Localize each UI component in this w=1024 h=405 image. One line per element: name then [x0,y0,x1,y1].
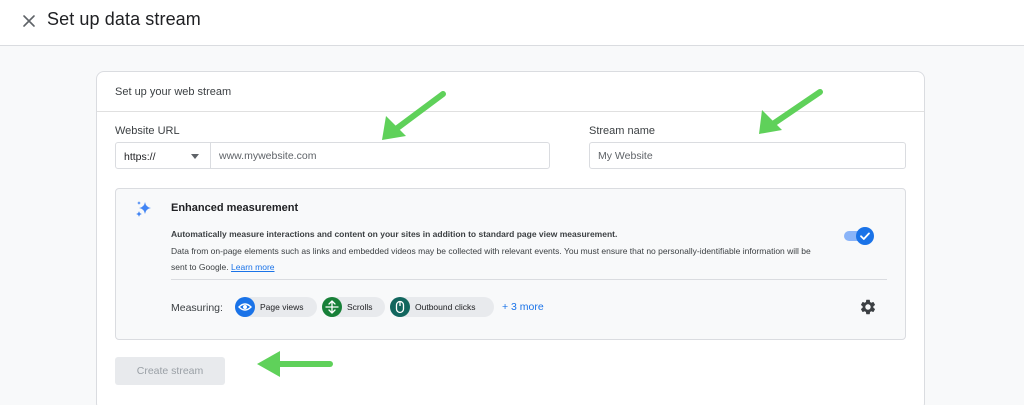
card-title: Set up your web stream [115,86,232,98]
enhanced-measurement-toggle[interactable] [844,227,874,245]
annotation-arrow-icon [759,89,823,134]
protocol-select[interactable]: https:// [115,142,211,169]
sparkle-icon [136,201,151,217]
enhanced-measurement-title: Enhanced measurement [171,202,299,214]
enhanced-measurement-description: Data from on-page elements such as links… [171,243,821,275]
scroll-icon [322,297,342,317]
measuring-label: Measuring: [171,302,223,314]
chip-outbound-clicks[interactable]: Outbound clicks [390,297,494,317]
more-measurements-link[interactable]: + 3 more [502,301,544,313]
mouse-icon [390,297,410,317]
website-url-input[interactable] [210,142,550,169]
divider [171,279,887,280]
stream-name-label: Stream name [589,125,656,137]
chip-label: Outbound clicks [415,302,476,312]
chip-label: Scrolls [347,302,373,312]
enhanced-measurement-summary: Automatically measure interactions and c… [171,229,618,239]
create-stream-button[interactable]: Create stream [115,357,225,385]
close-icon[interactable] [19,11,39,31]
gear-icon[interactable] [859,298,877,316]
top-bar: Set up data stream [0,0,1024,46]
check-icon [860,232,870,240]
caret-down-icon [191,154,199,159]
chip-label: Page views [260,302,304,312]
learn-more-link[interactable]: Learn more [231,262,274,272]
website-url-label: Website URL [115,125,180,137]
chip-scrolls[interactable]: Scrolls [322,297,385,317]
page-title: Set up data stream [47,9,201,29]
toggle-thumb [856,227,874,245]
annotation-arrow-icon [257,351,333,377]
chip-page-views[interactable]: Page views [235,297,317,317]
annotation-arrow-icon [382,91,446,140]
protocol-value: https:// [124,151,156,163]
stream-name-input[interactable] [589,142,906,169]
eye-icon [235,297,255,317]
